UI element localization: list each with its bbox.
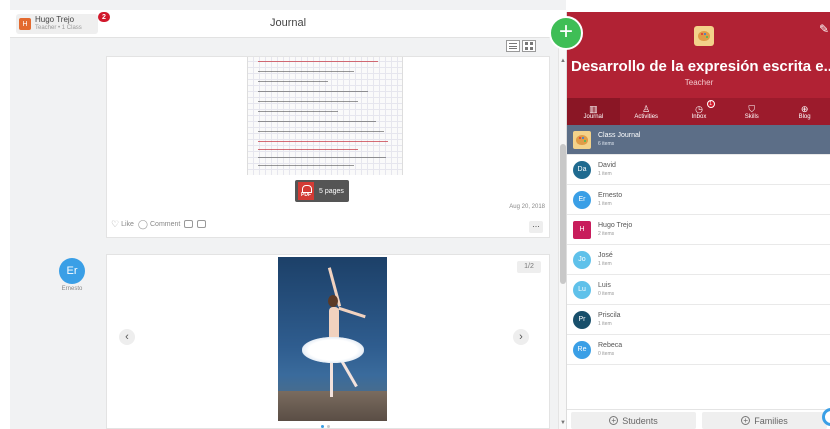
tab-skills[interactable]: ⛉ Skills — [725, 98, 778, 125]
pdf-icon: PDF — [298, 182, 314, 200]
grid-icon — [525, 42, 533, 50]
photo-pagination — [321, 425, 330, 428]
add-post-button[interactable]: + — [549, 16, 583, 50]
list-item[interactable]: H Hugo Trejo 2 items — [567, 215, 830, 245]
avatar: Da — [573, 160, 591, 179]
tab-journal[interactable]: ▥ Journal — [567, 98, 620, 125]
post-actions: ♡ Like ◯ Comment — [111, 219, 207, 229]
plus-icon: + — [741, 416, 751, 425]
heart-icon: ♡ — [111, 219, 120, 229]
palette-icon — [694, 26, 714, 46]
student-avatar[interactable]: Er — [59, 258, 85, 284]
folder-icon[interactable] — [197, 220, 207, 228]
inbox-icon: ◷ — [695, 103, 703, 114]
avatar: H — [573, 220, 591, 239]
more-options-button[interactable]: ... — [529, 220, 543, 233]
add-people-bar: + Students + Families — [567, 409, 830, 429]
add-students-button[interactable]: + Students — [571, 412, 696, 429]
list-item[interactable]: Pr Priscila 1 item — [567, 305, 830, 335]
document-preview[interactable] — [247, 57, 403, 175]
add-families-button[interactable]: + Families — [702, 412, 827, 429]
comment-icon: ◯ — [137, 219, 148, 229]
tab-inbox[interactable]: ◷ 1 Inbox — [673, 98, 726, 125]
journal-topbar: H Hugo Trejo Teacher • 1 Class 2 Journal — [10, 10, 566, 38]
list-item[interactable]: Jo José 1 item — [567, 245, 830, 275]
pagination-dot[interactable] — [327, 425, 330, 428]
list-item[interactable]: Da David 1 item — [567, 155, 830, 185]
grid-view-button[interactable] — [522, 40, 536, 52]
tab-activities[interactable]: ♙ Activities — [620, 98, 673, 125]
list-item[interactable]: Re Rebeca 0 items — [567, 335, 830, 365]
list-item[interactable]: Lu Luis 0 items — [567, 275, 830, 305]
post-photo[interactable] — [278, 257, 387, 421]
view-toggle — [506, 40, 536, 52]
post-date: Aug 20, 2018 — [509, 204, 545, 210]
list-view-button[interactable] — [506, 40, 520, 52]
avatar: Er — [573, 190, 591, 209]
scrollbar[interactable]: ▲ ▼ — [558, 40, 566, 429]
skills-icon: ⛉ — [748, 103, 756, 114]
journal-area: H Hugo Trejo Teacher • 1 Class 2 Journal — [0, 0, 566, 429]
skills-tag-icon[interactable] — [184, 220, 194, 228]
pdf-page-count: 5 pages — [319, 187, 344, 195]
student-name: Ernesto — [61, 286, 83, 292]
journal-icon: ▥ — [589, 103, 598, 114]
student-list: Class Journal 6 items Da David 1 item Er E… — [567, 125, 830, 365]
photo-counter: 1/2 — [517, 261, 541, 273]
class-panel: ✎ Desarrollo de la expresión escrita e..… — [566, 12, 830, 429]
class-role: Teacher — [684, 78, 714, 87]
pdf-attachment[interactable]: PDF 5 pages — [295, 180, 349, 202]
avatar: Lu — [573, 280, 591, 299]
blog-icon: ⊕ — [800, 103, 809, 114]
class-journal-icon — [573, 130, 591, 149]
class-header: ✎ Desarrollo de la expresión escrita e..… — [567, 12, 830, 98]
page-title: Journal — [269, 17, 307, 29]
plus-icon: + — [609, 416, 619, 425]
avatar: Re — [573, 340, 591, 359]
like-button[interactable]: ♡ Like — [111, 219, 134, 229]
list-icon — [509, 43, 517, 49]
journal-post: 1/2 ‹ › — [106, 254, 550, 429]
activities-icon: ♙ — [642, 103, 651, 114]
tab-blog[interactable]: ⊕ Blog — [778, 98, 830, 125]
previous-photo-button[interactable]: ‹ — [119, 329, 135, 345]
inbox-badge: 1 — [706, 100, 715, 108]
class-tabs: ▥ Journal ♙ Activities ◷ 1 Inbox ⛉ Skill… — [567, 98, 830, 125]
avatar: Jo — [573, 250, 591, 269]
journal-post: PDF 5 pages Aug 20, 2018 ♡ Like ◯ Comment … — [106, 56, 550, 238]
class-title[interactable]: Desarrollo de la expresión escrita e... — [571, 58, 830, 75]
next-photo-button[interactable]: › — [513, 329, 529, 345]
edit-icon[interactable]: ✎ — [819, 22, 829, 36]
pagination-dot[interactable] — [321, 425, 324, 428]
comment-button[interactable]: ◯ Comment — [137, 219, 180, 229]
list-item-class-journal[interactable]: Class Journal 6 items — [567, 125, 830, 155]
list-item[interactable]: Er Ernesto 1 item — [567, 185, 830, 215]
avatar: Pr — [573, 310, 591, 329]
